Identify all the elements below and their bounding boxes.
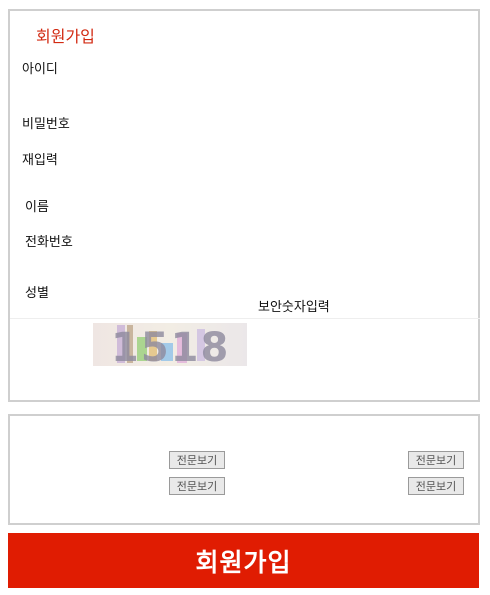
signup-button[interactable]: 회원가입	[8, 533, 479, 588]
terms-view-button-1[interactable]: 전문보기	[169, 451, 225, 469]
section-divider	[10, 318, 480, 319]
id-label: 아이디	[22, 62, 58, 77]
password-confirm-label: 재입력	[22, 153, 58, 168]
phone-label: 전화번호	[25, 235, 73, 250]
password-label: 비밀번호	[22, 117, 70, 132]
captcha-code: 1518	[111, 325, 230, 366]
captcha-label: 보안숫자입력	[258, 300, 330, 315]
form-title: 회원가입	[36, 27, 95, 46]
captcha-image[interactable]: 1518	[93, 323, 247, 366]
terms-panel	[8, 414, 480, 525]
gender-label: 성별	[25, 286, 49, 301]
name-label: 이름	[25, 200, 49, 215]
terms-view-button-3[interactable]: 전문보기	[169, 477, 225, 495]
terms-view-button-4[interactable]: 전문보기	[408, 477, 464, 495]
terms-view-button-2[interactable]: 전문보기	[408, 451, 464, 469]
